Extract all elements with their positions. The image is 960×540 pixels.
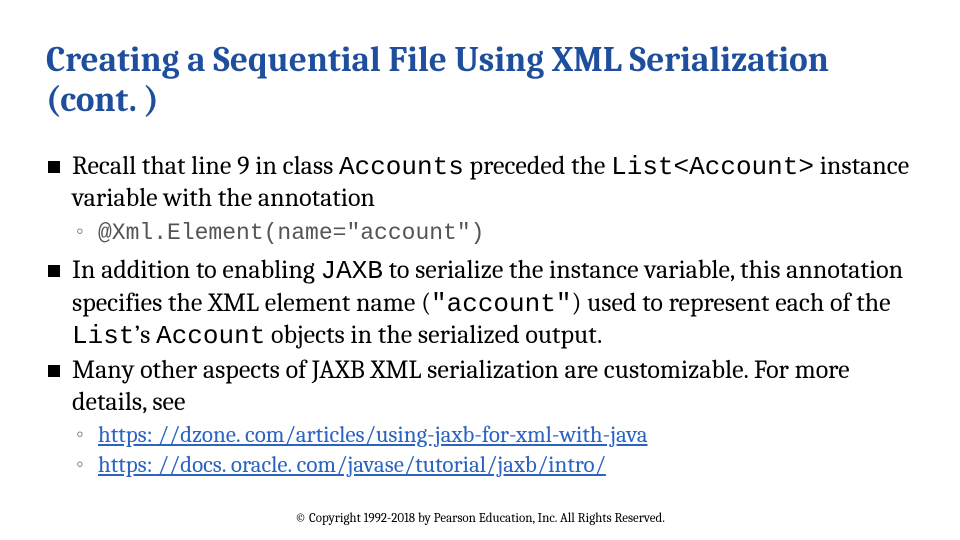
- code: List: [72, 321, 134, 351]
- slide: Creating a Sequential File Using XML Ser…: [0, 0, 960, 540]
- code: @Xml.Element(name="account"): [98, 220, 484, 246]
- text: In addition to enabling: [72, 255, 321, 285]
- bullet-list: Recall that line 9 in class Accounts pre…: [46, 151, 914, 481]
- code: Account: [156, 321, 265, 351]
- link-oracle-docs[interactable]: https: //docs. oracle. com/javase/tutori…: [98, 451, 606, 478]
- text: preceded the: [464, 151, 611, 181]
- sub-item-link-2: https: //docs. oracle. com/javase/tutori…: [72, 450, 914, 480]
- sub-list-links: https: //dzone. com/articles/using-jaxb-…: [72, 420, 914, 480]
- slide-title: Creating a Sequential File Using XML Ser…: [46, 40, 914, 121]
- copyright-text: © Copyright 1992-2018 by Pearson Educati…: [0, 511, 960, 526]
- text: ’s: [134, 320, 156, 350]
- code: "account": [431, 289, 571, 319]
- text: Recall that line 9 in class: [72, 151, 339, 181]
- bullet-item-1: Recall that line 9 in class Accounts pre…: [46, 151, 914, 249]
- link-dzone[interactable]: https: //dzone. com/articles/using-jaxb-…: [98, 421, 648, 448]
- text: objects in the serialized output.: [265, 320, 602, 350]
- bullet-item-3: Many other aspects of JAXB XML serializa…: [46, 355, 914, 480]
- text: ) used to represent each of the: [571, 288, 890, 318]
- code: List<Account>: [611, 152, 814, 182]
- sub-item-code: @Xml.Element(name="account"): [72, 217, 914, 249]
- code: Accounts: [339, 152, 464, 182]
- bullet-item-2: In addition to enabling JAXB to serializ…: [46, 255, 914, 353]
- text: Many other aspects of JAXB XML serializa…: [72, 355, 850, 417]
- sub-item-link-1: https: //dzone. com/articles/using-jaxb-…: [72, 420, 914, 450]
- code: JAXB: [321, 256, 383, 286]
- sub-list: @Xml.Element(name="account"): [72, 217, 914, 249]
